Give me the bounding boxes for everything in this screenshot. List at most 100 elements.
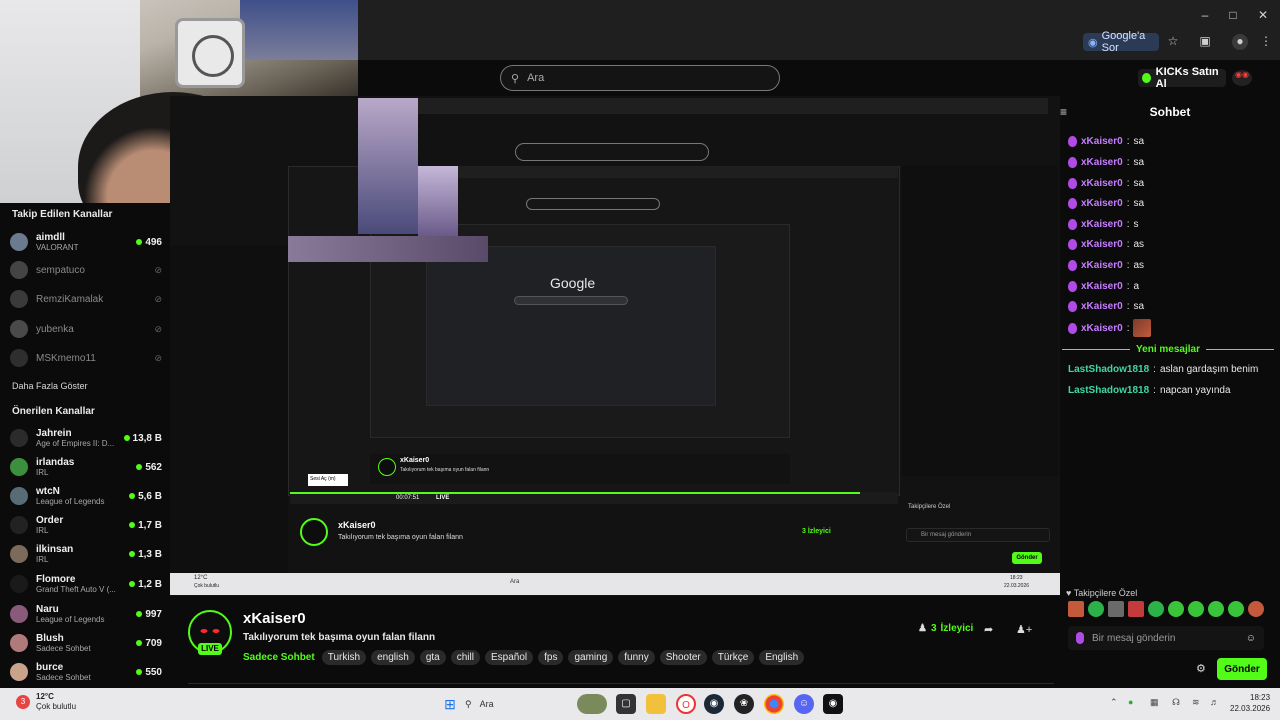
nested-stream-title: Takılıyorum tek başıma oyun falan filann [400, 467, 490, 473]
channel-name[interactable]: xKaiser0 [243, 610, 306, 627]
mic-badge-icon [1068, 281, 1077, 292]
opera-icon[interactable]: O [676, 694, 696, 714]
share-icon[interactable]: ➦ [984, 623, 993, 636]
followed-channel[interactable]: RemziKamalak ⊘ [10, 286, 162, 312]
emote-icon[interactable] [1148, 601, 1164, 617]
follow-user-icon[interactable]: ♟+ [1016, 623, 1032, 636]
recommended-channel[interactable]: Order IRL 1,7 B [10, 512, 162, 538]
emote-icon[interactable] [1128, 601, 1144, 617]
nested-subscribers-label: Takipçilere Özel [908, 504, 951, 510]
app-icon[interactable]: ❀ [734, 694, 754, 714]
stream-tag[interactable]: funny [618, 650, 655, 665]
windows-start-icon[interactable]: ⊞ [440, 694, 460, 714]
stream-tag[interactable]: english [371, 650, 415, 665]
stream-tag[interactable]: Turkish [321, 650, 367, 665]
volume-icon[interactable]: ♬ [1210, 697, 1219, 707]
stream-tag[interactable]: Español [484, 650, 534, 665]
discord-icon[interactable]: ☺ [794, 694, 814, 714]
obs-icon[interactable]: ◉ [823, 694, 843, 714]
wifi-icon[interactable]: ≋ [1192, 697, 1200, 708]
ask-google-button[interactable]: ◉ Google'a Sor [1083, 30, 1159, 54]
user-avatar[interactable]: ◉◉ [1232, 70, 1252, 86]
send-button[interactable]: Gönder [1217, 658, 1267, 680]
followed-channel[interactable]: MSKmemo11 ⊘ [10, 345, 162, 371]
mic-badge-icon [1068, 198, 1077, 209]
extensions-icon[interactable]: ▣ [1197, 34, 1213, 50]
stream-tag[interactable]: Türkçe [711, 650, 755, 665]
chat-message: xKaiser0: a [1068, 281, 1139, 292]
close-icon[interactable]: ✕ [1252, 8, 1274, 22]
widget-thumbnail-icon[interactable] [577, 694, 607, 714]
followed-channel[interactable]: sempatuco ⊘ [10, 257, 162, 283]
bookmark-star-icon[interactable]: ☆ [1165, 34, 1181, 50]
recommended-channel[interactable]: irlandas IRL 562 [10, 454, 162, 480]
emote-icon[interactable] [1068, 601, 1084, 617]
maximize-icon[interactable]: □ [1222, 8, 1244, 22]
channel-name: Naru [36, 604, 59, 615]
tray-mic-icon[interactable]: ☊ [1172, 697, 1180, 708]
emote-icon[interactable] [1168, 601, 1184, 617]
emote-icon[interactable] [1208, 601, 1224, 617]
emote-icon[interactable] [1228, 601, 1244, 617]
followed-channel[interactable]: aimdll VALORANT 496 [10, 229, 162, 255]
stream-player[interactable]: Google xKaiser0 Takılıyorum tek başıma o… [170, 96, 1060, 596]
minimize-icon[interactable]: – [1194, 8, 1216, 22]
channel-name: ilkinsan [36, 544, 74, 555]
tray-app-icon[interactable]: ● [1128, 697, 1133, 707]
nested-chat-input: Bir mesaj gönderin [906, 528, 1050, 542]
chat-message: xKaiser0: as [1068, 260, 1144, 271]
file-explorer-icon[interactable] [646, 694, 666, 714]
offline-icon: ⊘ [154, 293, 162, 304]
channel-name: wtcN [36, 486, 60, 497]
avatar [10, 605, 28, 623]
show-more-link[interactable]: Daha Fazla Göster [12, 381, 88, 391]
recommended-channel[interactable]: Naru League of Legends 997 [10, 601, 162, 627]
stream-tag[interactable]: fps [538, 650, 564, 665]
avatar [10, 634, 28, 652]
recommended-channel[interactable]: ilkinsan IRL 1,3 B [10, 541, 162, 567]
nested-channel-name-2: xKaiser0 [338, 520, 376, 530]
weather-widget[interactable]: 3 12°C Çok bulutlu [16, 692, 76, 712]
recommended-channel[interactable]: Flomore Grand Theft Auto V (... 1,2 B [10, 571, 162, 597]
chat-settings-icon[interactable]: ⚙ [1196, 662, 1206, 675]
taskbar-clock[interactable]: 18:23 22.03.2026 [1230, 692, 1270, 714]
menu-kebab-icon[interactable]: ⋮ [1258, 34, 1274, 50]
kicks-buy-button[interactable]: KICKs Satın Al [1138, 66, 1226, 90]
channel-category: Grand Theft Auto V (... [36, 585, 116, 594]
stream-tag[interactable]: Shooter [659, 650, 707, 665]
stream-category-link[interactable]: Sadece Sohbet [243, 652, 315, 663]
ask-google-label: Google'a Sor [1101, 30, 1146, 54]
stream-tag[interactable]: chill [450, 650, 480, 665]
nested-sidebar [170, 246, 288, 576]
search-placeholder: Ara [527, 72, 545, 84]
channel-category: Sadece Sohbet [36, 644, 91, 653]
terminal-icon[interactable]: ▢ [616, 694, 636, 714]
stream-tag[interactable]: gaming [568, 650, 614, 665]
recommended-channel[interactable]: Jahrein Age of Empires II: D... 13,8 B [10, 425, 162, 451]
chat-message-input[interactable]: Bir mesaj gönderin ☺ [1068, 626, 1264, 650]
recommended-channel[interactable]: wtcN League of Legends 5,6 B [10, 483, 162, 509]
tray-chevron-icon[interactable]: ⌃ [1110, 697, 1118, 708]
chrome-icon[interactable] [764, 694, 784, 714]
emote-icon[interactable] [1188, 601, 1204, 617]
viewer-count: 1,3 B [129, 549, 162, 560]
search-input[interactable]: ⚲ Ara [500, 65, 780, 91]
steam-icon[interactable]: ◉ [704, 694, 724, 714]
new-messages-label: Yeni mesajlar [1136, 343, 1200, 355]
mic-badge-icon [1068, 136, 1077, 147]
tray-network-icon[interactable]: ▦ [1150, 697, 1159, 708]
profile-icon[interactable]: ● [1232, 34, 1248, 50]
emoji-icon[interactable]: ☺ [1246, 633, 1256, 644]
followed-channel[interactable]: yubenka ⊘ [10, 316, 162, 342]
emote-icon[interactable] [1088, 601, 1104, 617]
recommended-channel[interactable]: burce Sadece Sohbet 550 [10, 659, 162, 685]
emote-icon[interactable] [1248, 601, 1264, 617]
mic-badge-icon [1068, 157, 1077, 168]
avatar [10, 429, 28, 447]
stream-tag[interactable]: gta [419, 650, 446, 665]
emote-icon[interactable] [1108, 601, 1124, 617]
stream-tag[interactable]: English [759, 650, 805, 665]
viewer-count: 709 [136, 638, 162, 649]
recommended-channel[interactable]: Blush Sadece Sohbet 709 [10, 630, 162, 656]
emote-image [1133, 319, 1152, 337]
